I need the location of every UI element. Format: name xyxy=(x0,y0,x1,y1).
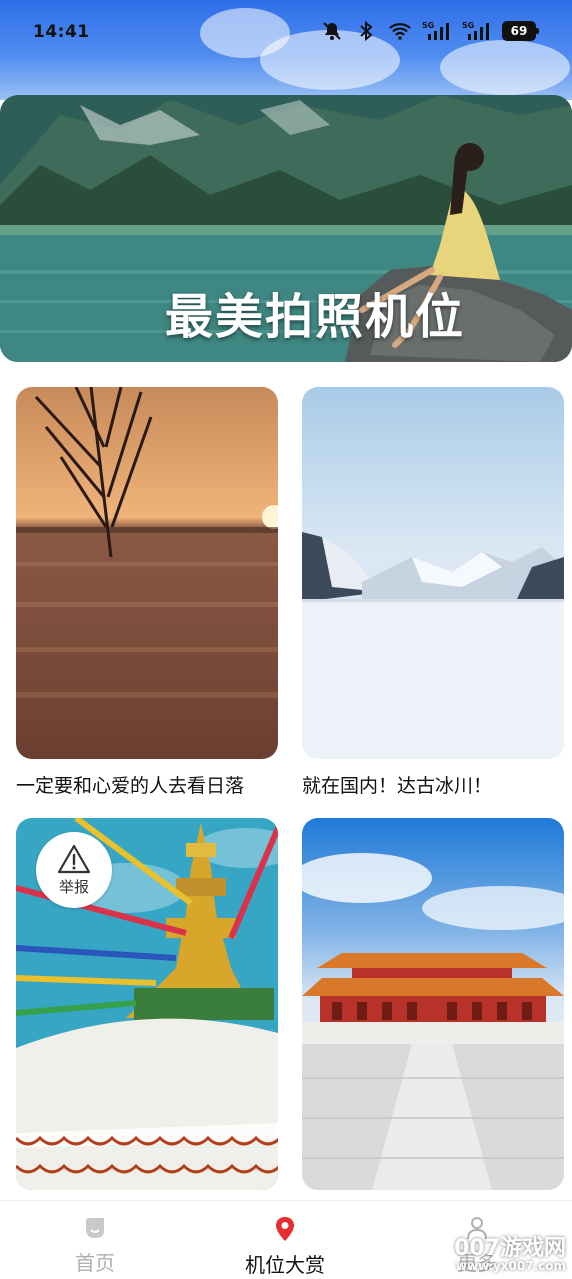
svg-text:5G: 5G xyxy=(422,21,434,30)
location-pin-icon xyxy=(276,1217,294,1241)
nav-item-home[interactable]: 首页 xyxy=(40,1215,150,1276)
bluetooth-icon xyxy=(354,20,378,42)
banner[interactable]: 最美拍照机位 xyxy=(0,95,572,362)
status-bar: 14:41 5G 5G 69 xyxy=(0,0,572,100)
nav-label-home: 首页 xyxy=(75,1251,115,1275)
spot-image-glacier xyxy=(302,387,564,759)
banner-title: 最美拍照机位 xyxy=(165,289,466,345)
spot-image-stupa: 举报 xyxy=(16,818,278,1190)
bottom-nav: 首页 机位大赏 更多 007游戏网 www.yx007.com xyxy=(0,1200,572,1279)
status-time: 14:41 xyxy=(33,22,90,42)
nav-item-spots[interactable]: 机位大赏 xyxy=(230,1215,340,1278)
cloud-decoration xyxy=(440,40,570,95)
spot-card[interactable]: 举报 xyxy=(16,818,278,1202)
svg-text:5G: 5G xyxy=(462,21,474,30)
report-label: 举报 xyxy=(58,877,89,896)
spot-card[interactable] xyxy=(302,818,564,1202)
wifi-icon xyxy=(388,20,412,42)
home-icon xyxy=(86,1218,104,1238)
battery-indicator: 69 xyxy=(502,21,539,41)
report-button[interactable]: 举报 xyxy=(36,832,112,908)
spot-image-sunset xyxy=(16,387,278,759)
nav-label-spots: 机位大赏 xyxy=(245,1253,325,1277)
spot-image-palace xyxy=(302,818,564,1190)
watermark-main: 007游戏网 xyxy=(454,1236,566,1262)
watermark-url: www.yx007.com xyxy=(455,1259,566,1274)
spot-caption: 就在国内！达古冰川！ xyxy=(302,775,493,797)
5g-signal-icon: 5G xyxy=(422,20,452,42)
watermark: 007游戏网 www.yx007.com xyxy=(454,1237,566,1273)
spot-card[interactable]: 一定要和心爱的人去看日落 xyxy=(16,387,278,798)
spot-caption: 一定要和心爱的人去看日落 xyxy=(16,775,245,797)
status-icons: 5G 5G 69 xyxy=(320,20,539,42)
bell-off-icon xyxy=(320,20,344,42)
spot-card[interactable]: 就在国内！达古冰川！ xyxy=(302,387,564,798)
5g-signal-icon: 5G xyxy=(462,20,492,42)
warning-icon xyxy=(57,844,91,873)
